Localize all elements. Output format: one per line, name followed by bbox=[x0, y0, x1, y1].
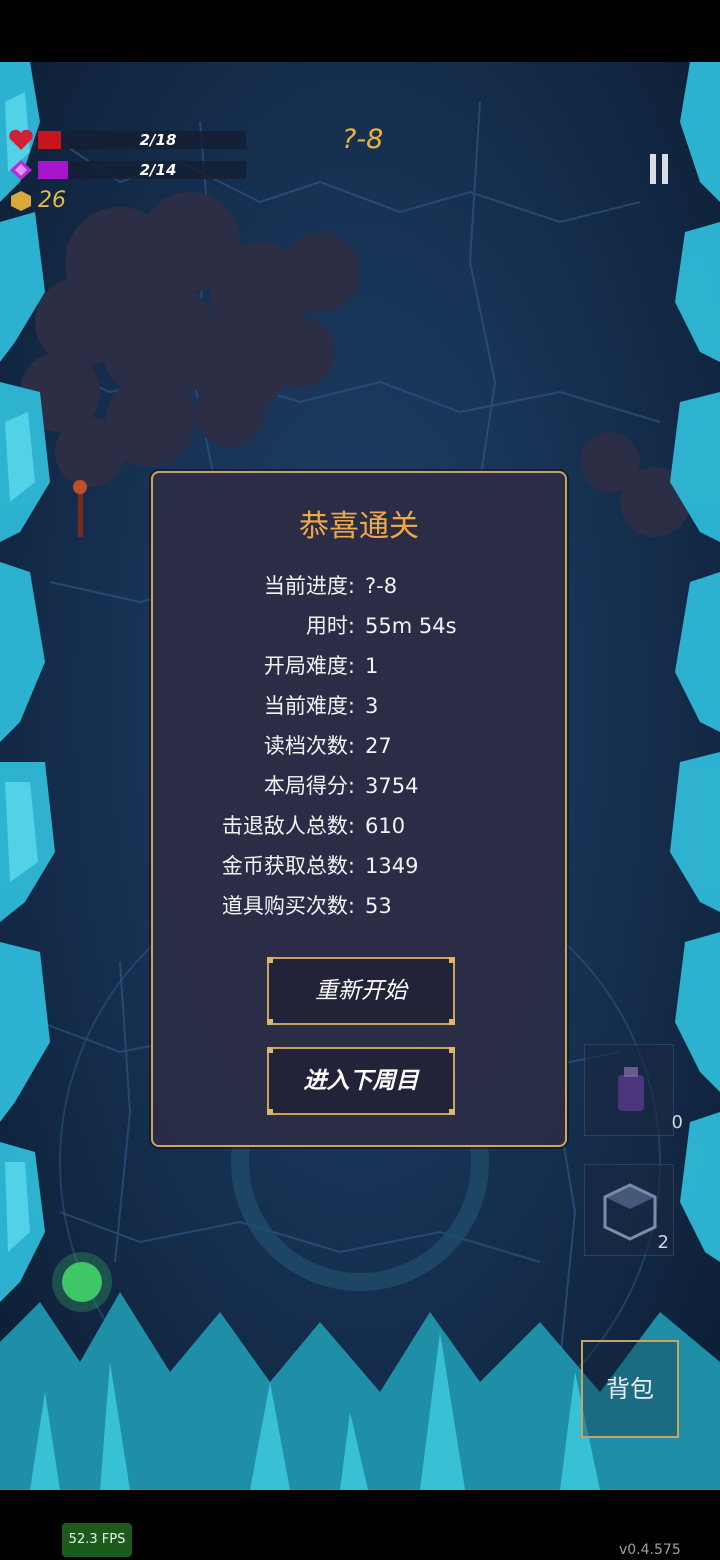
hp-bar-fill bbox=[38, 131, 61, 149]
stat-label: 读档次数: bbox=[263, 734, 355, 758]
stat-label: 当前难度: bbox=[263, 694, 355, 718]
stat-label: 当前进度: bbox=[263, 574, 355, 598]
dialog-title: 恭喜通关 bbox=[299, 509, 419, 544]
coin-count: 26 bbox=[38, 188, 66, 213]
next-cycle-button-label: 进入下周目 bbox=[303, 1068, 419, 1094]
backpack-label: 背包 bbox=[606, 1375, 654, 1403]
status-bar-area bbox=[0, 0, 720, 62]
coin-icon bbox=[11, 191, 31, 211]
restart-button[interactable]: 重新开始 bbox=[267, 957, 455, 1025]
stat-value: 1349 bbox=[365, 854, 419, 878]
pause-icon bbox=[650, 154, 656, 184]
fps-counter: 52.3 FPS bbox=[62, 1523, 132, 1557]
slot2-count: 2 bbox=[657, 1232, 669, 1253]
victory-dialog: 恭喜通关 当前进度: ?-8 用时: 55m 54s 开局难度: 1 当前难度:… bbox=[151, 471, 567, 1147]
backpack-button[interactable]: 背包 bbox=[581, 1340, 679, 1438]
potion-icon bbox=[618, 1067, 644, 1111]
item-slot-potion[interactable]: 0 bbox=[584, 1044, 683, 1136]
stat-value: 53 bbox=[365, 894, 392, 918]
stat-row-current-difficulty: 当前难度: 3 bbox=[153, 691, 565, 721]
stat-value: 3754 bbox=[365, 774, 419, 798]
mp-bar-track: 2/14 bbox=[38, 161, 246, 179]
version-label: v0.4.575 bbox=[619, 1542, 681, 1558]
item-slot-cube[interactable]: 2 bbox=[584, 1164, 674, 1256]
stat-value: ?-8 bbox=[365, 574, 398, 598]
stat-row-purchases: 道具购买次数: 53 bbox=[153, 891, 565, 921]
hp-bar-track: 2/18 bbox=[38, 131, 246, 149]
stat-label: 道具购买次数: bbox=[221, 894, 355, 918]
stat-row-time: 用时: 55m 54s bbox=[153, 611, 565, 641]
stat-row-progress: 当前进度: ?-8 bbox=[153, 571, 565, 601]
pause-button[interactable] bbox=[646, 154, 674, 190]
stat-label: 用时: bbox=[305, 614, 355, 638]
stat-row-enemies: 击退敌人总数: 610 bbox=[153, 811, 565, 841]
stat-value: 1 bbox=[365, 654, 379, 678]
crystal-wall-left bbox=[0, 62, 55, 1302]
stat-value: 55m 54s bbox=[365, 614, 457, 638]
stat-value: 610 bbox=[365, 814, 406, 838]
slot1-count: 0 bbox=[671, 1112, 683, 1133]
restart-button-label: 重新开始 bbox=[315, 978, 407, 1004]
hp-text: 2/18 bbox=[139, 131, 177, 149]
mp-text: 2/14 bbox=[139, 161, 177, 179]
stat-row-score: 本局得分: 3754 bbox=[153, 771, 565, 801]
stat-label: 本局得分: bbox=[263, 774, 355, 798]
next-cycle-button[interactable]: 进入下周目 bbox=[267, 1047, 455, 1115]
stat-value: 3 bbox=[365, 694, 379, 718]
stat-row-start-difficulty: 开局难度: 1 bbox=[153, 651, 565, 681]
mp-bar-fill bbox=[38, 161, 68, 179]
stat-value: 27 bbox=[365, 734, 392, 758]
stat-label: 击退敌人总数: bbox=[221, 814, 355, 838]
mana-gem-icon bbox=[10, 160, 32, 180]
stage-label: ?-8 bbox=[342, 124, 384, 155]
stat-label: 开局难度: bbox=[263, 654, 355, 678]
stat-row-loads: 读档次数: 27 bbox=[153, 731, 565, 761]
heart-icon bbox=[9, 129, 33, 150]
stat-label: 金币获取总数: bbox=[221, 854, 355, 878]
stat-row-coins: 金币获取总数: 1349 bbox=[153, 851, 565, 881]
crystal-wall-right bbox=[670, 62, 720, 1262]
